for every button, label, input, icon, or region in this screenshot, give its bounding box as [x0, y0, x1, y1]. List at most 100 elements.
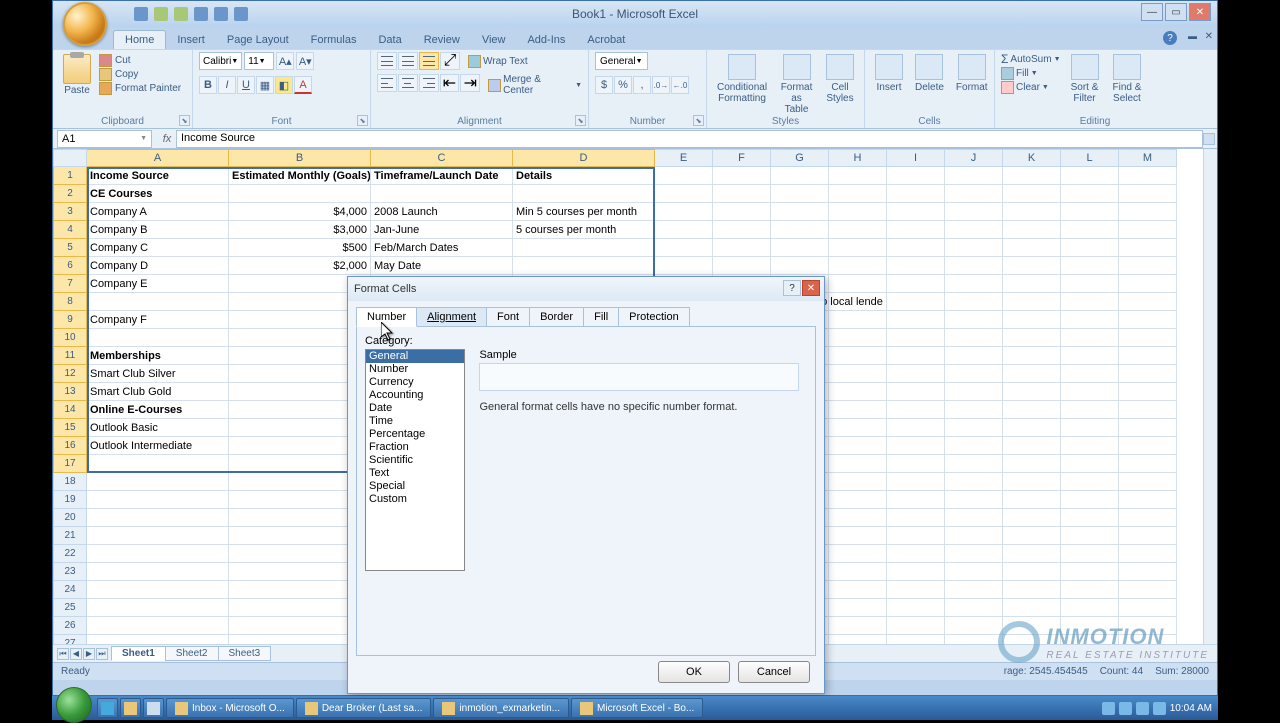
cell[interactable] [87, 509, 229, 527]
cell[interactable] [1061, 185, 1119, 203]
cell[interactable] [1003, 491, 1061, 509]
cell[interactable] [829, 581, 887, 599]
cell[interactable] [829, 401, 887, 419]
tray-icon[interactable] [1153, 702, 1166, 715]
cell[interactable] [1003, 455, 1061, 473]
column-header[interactable]: L [1061, 149, 1119, 167]
cell[interactable] [829, 311, 887, 329]
cell[interactable] [1119, 581, 1177, 599]
cell[interactable] [1003, 311, 1061, 329]
cell[interactable] [1061, 329, 1119, 347]
cell[interactable] [829, 545, 887, 563]
cell[interactable] [1119, 347, 1177, 365]
cell[interactable] [829, 419, 887, 437]
cell[interactable]: Details [513, 167, 655, 185]
cell[interactable] [1119, 329, 1177, 347]
close-button[interactable]: ✕ [1189, 3, 1211, 21]
row-header[interactable]: 18 [53, 473, 87, 491]
cell[interactable]: Jan-June [371, 221, 513, 239]
category-item[interactable]: Percentage [366, 428, 464, 441]
ribbon-tab-page-layout[interactable]: Page Layout [216, 31, 300, 49]
cell[interactable] [945, 221, 1003, 239]
cell[interactable]: Income Source [87, 167, 229, 185]
border-button[interactable]: ▦ [256, 76, 274, 94]
cell[interactable] [945, 365, 1003, 383]
cell[interactable]: Outlook Basic [87, 419, 229, 437]
column-header[interactable]: H [829, 149, 887, 167]
cell[interactable] [87, 617, 229, 635]
cell[interactable]: Company D [87, 257, 229, 275]
decrease-indent-button[interactable]: ⇤ [440, 74, 460, 92]
copy-button[interactable]: Copy [99, 68, 181, 81]
category-item[interactable]: Time [366, 415, 464, 428]
row-header[interactable]: 19 [53, 491, 87, 509]
quick-launch[interactable] [97, 698, 118, 718]
cell[interactable] [1119, 383, 1177, 401]
ribbon-tab-view[interactable]: View [471, 31, 517, 49]
cell[interactable] [1061, 455, 1119, 473]
cell[interactable] [771, 167, 829, 185]
cell[interactable] [887, 617, 945, 635]
cell[interactable]: $2,000 [229, 257, 371, 275]
ribbon-tab-review[interactable]: Review [413, 31, 471, 49]
cell[interactable] [1003, 527, 1061, 545]
category-item[interactable]: Special [366, 480, 464, 493]
row-header[interactable]: 3 [53, 203, 87, 221]
column-header[interactable]: B [229, 149, 371, 167]
cell[interactable]: Outlook Intermediate [87, 437, 229, 455]
align-left-button[interactable] [377, 74, 397, 92]
cell[interactable] [1003, 563, 1061, 581]
sheet-tab[interactable]: Sheet2 [165, 646, 219, 661]
column-header[interactable]: A [87, 149, 229, 167]
cell[interactable] [945, 275, 1003, 293]
cell[interactable] [713, 221, 771, 239]
sort-filter-button[interactable]: Sort & Filter [1067, 52, 1103, 106]
cell[interactable] [1061, 239, 1119, 257]
clipboard-launcher[interactable]: ⬊ [179, 115, 190, 126]
dialog-tab-alignment[interactable]: Alignment [416, 307, 487, 327]
cell[interactable] [1061, 257, 1119, 275]
cell[interactable] [1061, 581, 1119, 599]
cell[interactable] [87, 527, 229, 545]
cell[interactable] [1119, 221, 1177, 239]
formula-bar[interactable]: Income Source [176, 130, 1203, 148]
category-item[interactable]: Accounting [366, 389, 464, 402]
cell[interactable]: $3,000 [229, 221, 371, 239]
delete-cells-button[interactable]: Delete [911, 52, 948, 95]
cell[interactable] [1119, 311, 1177, 329]
cell[interactable]: $500 [229, 239, 371, 257]
ribbon-tab-acrobat[interactable]: Acrobat [576, 31, 636, 49]
cell[interactable]: Min 5 courses per month [513, 203, 655, 221]
cell[interactable] [1061, 491, 1119, 509]
cell[interactable]: CE Courses [87, 185, 229, 203]
bold-button[interactable]: B [199, 76, 217, 94]
cell[interactable] [945, 347, 1003, 365]
row-header[interactable]: 6 [53, 257, 87, 275]
cell[interactable] [829, 293, 887, 311]
taskbar-item[interactable]: Microsoft Excel - Bo... [571, 698, 703, 718]
cell[interactable] [829, 383, 887, 401]
cell[interactable] [1061, 311, 1119, 329]
cell[interactable] [887, 545, 945, 563]
cell[interactable] [87, 329, 229, 347]
category-item[interactable]: Custom [366, 493, 464, 506]
merge-center-button[interactable]: Merge & Center ▼ [488, 74, 582, 96]
alignment-launcher[interactable]: ⬊ [575, 115, 586, 126]
fill-button[interactable]: Fill ▼ [1001, 67, 1061, 80]
clock[interactable]: 10:04 AM [1170, 703, 1212, 714]
row-header[interactable]: 25 [53, 599, 87, 617]
cell[interactable] [1119, 257, 1177, 275]
dialog-title-bar[interactable]: Format Cells ? ✕ [348, 277, 824, 301]
cell[interactable] [1003, 257, 1061, 275]
format-cells-button[interactable]: Format [952, 52, 992, 95]
cell[interactable] [829, 329, 887, 347]
cell[interactable] [1061, 563, 1119, 581]
row-header[interactable]: 21 [53, 527, 87, 545]
minimize-ribbon-icon[interactable]: ▬ [1188, 31, 1197, 41]
cell[interactable] [1003, 347, 1061, 365]
cell[interactable] [713, 203, 771, 221]
cell[interactable] [829, 491, 887, 509]
cell[interactable] [887, 635, 945, 644]
decrease-decimal-button[interactable]: ←.0 [671, 76, 689, 94]
cell[interactable] [1003, 581, 1061, 599]
